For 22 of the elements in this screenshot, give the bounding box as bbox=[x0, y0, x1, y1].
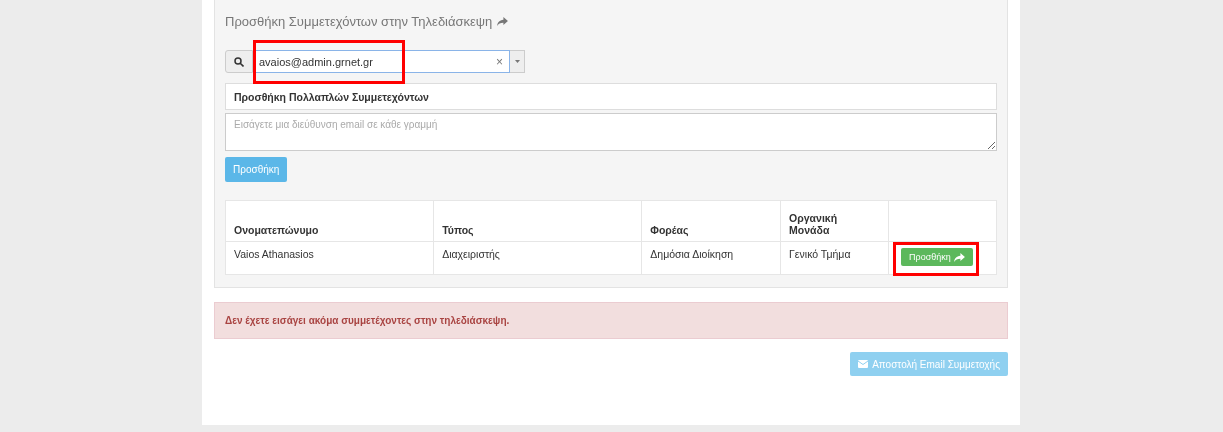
share-arrow-icon bbox=[953, 252, 965, 262]
envelope-icon bbox=[858, 360, 869, 368]
clear-button[interactable]: × bbox=[496, 54, 503, 69]
add-button[interactable]: Προσθήκη bbox=[225, 157, 288, 182]
column-header: Οργανική Μονάδα bbox=[780, 200, 889, 242]
dropdown-toggle[interactable] bbox=[510, 50, 525, 73]
column-header: Φορέας bbox=[641, 200, 781, 242]
table-cell: Γενικό Τμήμα bbox=[780, 241, 889, 275]
emails-textarea[interactable]: Εισάγετε μια διεύθυνση email σε κάθε γραμμή bbox=[225, 113, 997, 151]
add-participant-button[interactable]: Προσθήκη bbox=[901, 248, 973, 266]
table-cell: Δημόσια Διοίκηση bbox=[641, 241, 781, 275]
column-header: Τύπος bbox=[433, 200, 642, 242]
table-cell: Διαχειριστής bbox=[433, 241, 642, 275]
share-arrow-icon bbox=[497, 16, 509, 26]
search-field[interactable]: avaios@admin.grnet.gr × bbox=[253, 50, 510, 73]
caret-icon bbox=[514, 60, 520, 63]
table-cell: Vaios Athanasios bbox=[225, 241, 434, 275]
search-icon bbox=[234, 56, 244, 67]
column-header: Ονοματεπώνυμο bbox=[225, 200, 434, 242]
panel-title: Προσθήκη Συμμετεχόντων στην Τηλεδιάσκεψη bbox=[225, 13, 493, 29]
warning-alert: Δεν έχετε εισάγει ακόμα συμμετέχοντες στην τηλεδιάσκεψη. bbox=[214, 302, 1008, 339]
multi-participants-label: Προσθήκη Πολλαπλών Συμμετεχόντων bbox=[225, 83, 997, 110]
